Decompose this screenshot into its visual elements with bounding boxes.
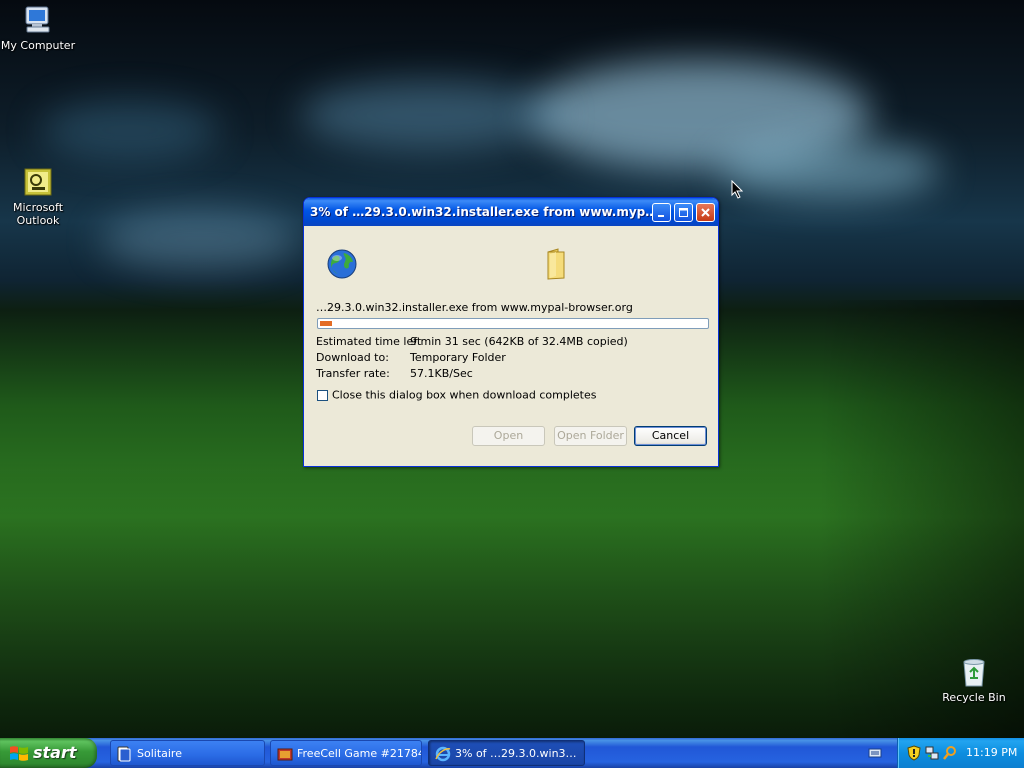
start-button[interactable]: start (0, 738, 97, 768)
dialog-title-bar[interactable]: 3% of …29.3.0.win32.installer.exe from w… (304, 198, 718, 226)
minimize-icon (658, 215, 664, 217)
download-dialog: 3% of …29.3.0.win32.installer.exe from w… (303, 197, 719, 467)
dialog-title: 3% of …29.3.0.win32.installer.exe from w… (310, 205, 658, 219)
maximize-icon (679, 208, 688, 217)
close-when-complete-checkbox[interactable] (317, 389, 328, 401)
outlook-icon (22, 166, 54, 198)
taskbar-item-label: 3% of …29.3.0.win3… (455, 747, 577, 760)
network-icon[interactable] (925, 745, 939, 764)
transfer-rate-value: 57.1KB/Sec (410, 367, 473, 380)
download-progress-bar (317, 318, 709, 329)
taskbar-item-freecell[interactable]: FreeCell Game #21784 (270, 740, 422, 766)
close-when-complete-label[interactable]: Close this dialog box when download comp… (332, 389, 596, 402)
download-to-row: Download to: Temporary Folder (316, 351, 506, 364)
estimated-time-label: Estimated time left (316, 335, 422, 348)
globe-icon (326, 248, 358, 283)
transfer-rate-label: Transfer rate: (316, 367, 390, 380)
taskbar-item-solitaire[interactable]: Solitaire (110, 740, 265, 766)
taskbar: start Solitaire FreeCell Game #21784 3% … (0, 738, 1024, 768)
system-tray: 11:19 PM (897, 738, 1024, 768)
progress-fill (320, 321, 332, 326)
transfer-rate-row: Transfer rate: 57.1KB/Sec (316, 367, 473, 380)
taskbar-item-label: FreeCell Game #21784 (297, 747, 422, 760)
clock[interactable]: 11:19 PM (966, 746, 1017, 759)
folder-icon (544, 248, 570, 283)
desktop-icon-microsoft-outlook[interactable]: Microsoft Outlook (0, 166, 78, 227)
desktop-icon-my-computer[interactable]: My Computer (0, 4, 78, 52)
download-to-label: Download to: (316, 351, 389, 364)
windows-logo-icon (9, 745, 29, 766)
internet-explorer-icon (435, 746, 451, 765)
security-shield-icon[interactable] (907, 745, 921, 764)
desktop-icon-label: My Computer (0, 39, 76, 52)
close-button[interactable] (696, 203, 715, 222)
recycle-bin-icon (958, 656, 990, 688)
my-computer-icon (22, 4, 54, 36)
solitaire-icon (117, 746, 131, 765)
download-source: …29.3.0.win32.installer.exe from www.myp… (316, 301, 633, 314)
taskbar-item-download[interactable]: 3% of …29.3.0.win3… (428, 740, 585, 766)
minimize-button[interactable] (652, 203, 671, 222)
close-icon (701, 208, 710, 217)
close-when-complete-option[interactable]: Close this dialog box when download comp… (317, 388, 596, 402)
download-to-value: Temporary Folder (410, 351, 506, 364)
estimated-time-row: Estimated time left 9 min 31 sec (642KB … (316, 335, 628, 348)
desktop-icon-label: Microsoft Outlook (12, 201, 64, 227)
taskbar-item-label: Solitaire (137, 747, 182, 760)
keyboard-icon[interactable] (868, 747, 882, 762)
maximize-button[interactable] (674, 203, 693, 222)
dialog-body: …29.3.0.win32.installer.exe from www.myp… (307, 226, 715, 463)
open-button[interactable]: Open (472, 426, 545, 446)
mouse-cursor-icon (731, 179, 744, 202)
estimated-time-value: 9 min 31 sec (642KB of 32.4MB copied) (410, 335, 628, 348)
start-label: start (33, 743, 77, 762)
desktop-icon-recycle-bin[interactable]: Recycle Bin (934, 656, 1014, 704)
freecell-icon (277, 746, 293, 765)
search-icon[interactable] (943, 745, 957, 764)
open-folder-button[interactable]: Open Folder (554, 426, 627, 446)
cancel-button[interactable]: Cancel (634, 426, 707, 446)
desktop-icon-label: Recycle Bin (942, 691, 1006, 704)
